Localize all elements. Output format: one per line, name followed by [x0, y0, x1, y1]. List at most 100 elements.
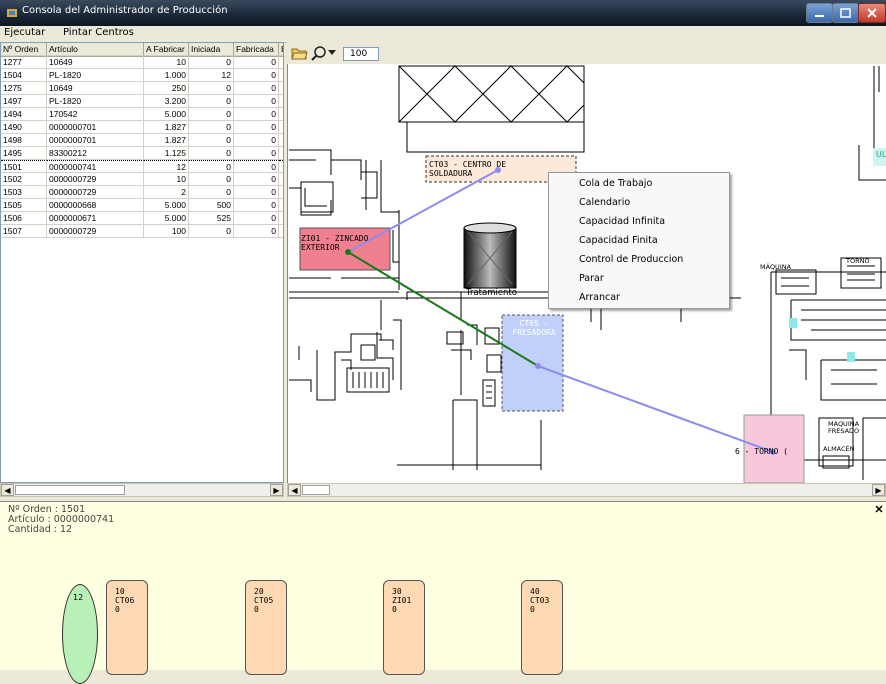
- table-row[interactable]: 1494 170542 5.000 0 0: [1, 108, 283, 121]
- center-ct06-label: 6 - TORNO (: [735, 447, 788, 456]
- col-header-fabricada[interactable]: Fabricada: [234, 43, 279, 56]
- menu-pintar-centros[interactable]: Pintar Centros: [63, 27, 134, 38]
- menu-arrancar[interactable]: Arrancar: [579, 292, 620, 303]
- menu-calendario[interactable]: Calendario: [579, 197, 630, 208]
- table-cell: 0: [234, 199, 279, 212]
- table-cell: 0: [234, 147, 279, 160]
- canvas-scroll-left-icon[interactable]: ◀: [288, 484, 301, 496]
- table-cell: 0: [234, 212, 279, 225]
- center-ct05-label: CT05 - FRESADORA: [512, 319, 556, 337]
- open-folder-icon[interactable]: [291, 46, 309, 60]
- table-row[interactable]: 1277 10649 10 0 0: [1, 56, 283, 69]
- table-cell: 0: [234, 160, 279, 173]
- scroll-right-icon[interactable]: ▶: [270, 484, 283, 496]
- table-cell: 0: [234, 121, 279, 134]
- table-row[interactable]: 1498 0000000701 1.827 0 0: [1, 134, 283, 147]
- table-row[interactable]: 1505 0000000668 5.000 500 0: [1, 199, 283, 212]
- table-row[interactable]: 1504 PL-1820 1.000 12 0: [1, 69, 283, 82]
- table-cell: 0: [189, 186, 234, 199]
- grid-header: Nº Orden Artículo A Fabricar Iniciada Fa…: [1, 43, 283, 57]
- menu-capacidad-finita[interactable]: Capacidad Finita: [579, 235, 658, 246]
- close-icon: [867, 8, 877, 18]
- table-cell: 170542: [47, 108, 144, 121]
- table-row[interactable]: 1503 0000000729 2 0 0: [1, 186, 283, 199]
- col-header-articulo[interactable]: Artículo: [47, 43, 144, 56]
- table-cell: 1275: [1, 82, 47, 95]
- col-header-iniciada[interactable]: Iniciada: [189, 43, 234, 56]
- menu-bar: Ejecutar Pintar Centros: [0, 26, 886, 43]
- machine-label-4: ALMACÉN: [823, 445, 855, 453]
- table-cell: 0: [234, 173, 279, 186]
- table-row[interactable]: 1490 0000000701 1.827 0 0: [1, 121, 283, 134]
- table-cell: 0000000701: [47, 134, 144, 147]
- operation-card[interactable]: 10 CT06 0: [106, 580, 148, 675]
- table-cell: 0: [234, 108, 279, 121]
- menu-parar[interactable]: Parar: [579, 273, 604, 284]
- canvas-horizontal-scrollbar[interactable]: ◀ ▶: [287, 483, 886, 497]
- close-button[interactable]: [858, 3, 886, 23]
- table-cell: 0: [234, 82, 279, 95]
- ul-label: UL: [876, 150, 886, 159]
- menu-cola-de-trabajo[interactable]: Cola de Trabajo: [579, 178, 652, 189]
- scroll-left-icon[interactable]: ◀: [1, 484, 14, 496]
- table-cell: PL-1820: [47, 69, 144, 82]
- maximize-button[interactable]: [832, 3, 859, 23]
- menu-ejecutar[interactable]: Ejecutar: [4, 27, 45, 38]
- table-row[interactable]: 1275 10649 250 0 0: [1, 82, 283, 95]
- machine-label-1: MÁQUINA: [760, 263, 792, 271]
- table-cell: 100: [144, 225, 189, 238]
- tratamiento-tank-icon[interactable]: [463, 222, 517, 289]
- table-cell: 1501: [1, 160, 47, 173]
- table-cell: 1497: [1, 95, 47, 108]
- canvas-scroll-right-icon[interactable]: ▶: [872, 484, 885, 496]
- center-ct03-label: CT03 - CENTRO DE SOLDADURA: [429, 160, 507, 178]
- canvas-scroll-thumb[interactable]: [302, 485, 330, 495]
- table-cell: 1.125: [144, 147, 189, 160]
- panel-close-icon[interactable]: [874, 504, 884, 514]
- table-cell: 0: [189, 147, 234, 160]
- table-cell: 83300212: [47, 147, 144, 160]
- table-cell: 10: [144, 173, 189, 186]
- grid-horizontal-scrollbar[interactable]: ◀ ▶: [0, 483, 284, 497]
- operation-card[interactable]: 40 CT03 0: [521, 580, 563, 675]
- minimize-button[interactable]: [806, 3, 833, 23]
- chevron-down-icon[interactable]: [328, 50, 336, 56]
- table-cell: 1502: [1, 173, 47, 186]
- table-cell: 0: [234, 56, 279, 69]
- table-row[interactable]: 1502 0000000729 10 0 0: [1, 173, 283, 186]
- menu-capacidad-infinita[interactable]: Capacidad Infinita: [579, 216, 665, 227]
- table-cell: 5.000: [144, 199, 189, 212]
- table-cell: 0000000671: [47, 212, 144, 225]
- table-cell: 0: [234, 186, 279, 199]
- table-cell: 12: [189, 69, 234, 82]
- table-cell: 0000000729: [47, 186, 144, 199]
- scroll-thumb[interactable]: [15, 485, 125, 495]
- operation-card[interactable]: 30 ZI01 0: [383, 580, 425, 675]
- zoom-icon[interactable]: [311, 45, 327, 61]
- table-cell: 10649: [47, 82, 144, 95]
- table-cell: 1494: [1, 108, 47, 121]
- table-cell: 525: [189, 212, 234, 225]
- table-row[interactable]: 1501 0000000741 12 0 0: [1, 160, 283, 173]
- quantity-bubble[interactable]: 12: [62, 584, 98, 684]
- operation-card[interactable]: 20 CT05 0: [245, 580, 287, 675]
- menu-control-produccion[interactable]: Control de Produccion: [579, 254, 683, 265]
- table-cell: 1495: [1, 147, 47, 160]
- table-cell: 1506: [1, 212, 47, 225]
- center-zi01-label: ZI01 - ZINCADO EXTERIOR: [301, 234, 369, 252]
- orders-grid: Nº Orden Artículo A Fabricar Iniciada Fa…: [0, 42, 284, 483]
- table-cell: 0: [189, 173, 234, 186]
- col-header-a-fabricar[interactable]: A Fabricar: [144, 43, 189, 56]
- table-row[interactable]: 1506 0000000671 5.000 525 0: [1, 212, 283, 225]
- map-toolbar: 100: [287, 42, 886, 64]
- zoom-level-field[interactable]: 100: [343, 47, 379, 61]
- table-cell: [279, 186, 283, 199]
- table-row[interactable]: 1495 83300212 1.125 0 0: [1, 147, 283, 160]
- col-header-e[interactable]: E: [279, 43, 283, 56]
- center-context-menu: Cola de Trabajo Calendario Capacidad Inf…: [548, 172, 730, 309]
- col-header-orden[interactable]: Nº Orden: [1, 43, 47, 56]
- table-cell: 1504: [1, 69, 47, 82]
- table-row[interactable]: 1497 PL-1820 3.200 0 0: [1, 95, 283, 108]
- table-cell: PL-1820: [47, 95, 144, 108]
- table-row[interactable]: 1507 0000000729 100 0 0: [1, 225, 283, 238]
